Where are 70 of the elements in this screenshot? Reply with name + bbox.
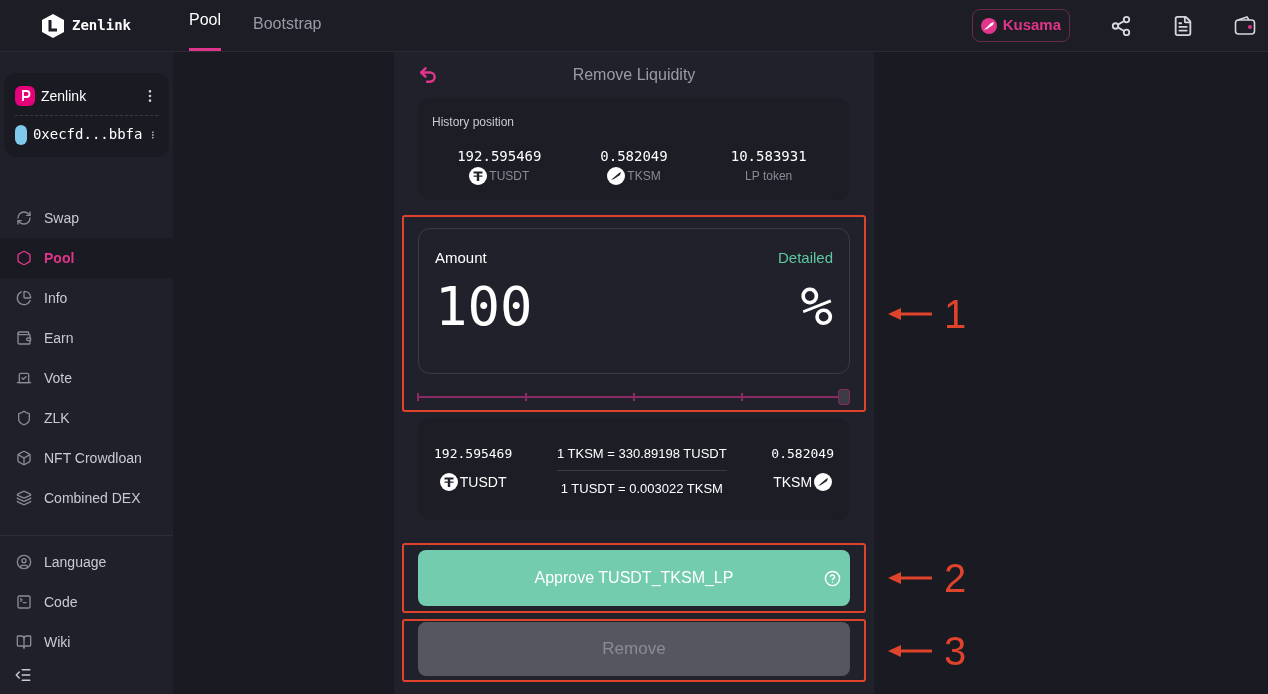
- wallet-icon: [16, 330, 32, 346]
- sidebar-item[interactable]: ZLK: [0, 398, 173, 438]
- sidebar-item[interactable]: Earn: [0, 318, 173, 358]
- terminal-icon: [16, 594, 32, 610]
- slider-tick: [417, 393, 419, 401]
- slider-tick: [633, 393, 635, 401]
- amount-label: Amount: [435, 248, 487, 268]
- bird-coin-icon: [814, 473, 833, 491]
- sidebar-item[interactable]: Code: [0, 582, 173, 622]
- nav-tab[interactable]: Pool: [189, 0, 222, 51]
- sidebar-item[interactable]: Vote: [0, 358, 173, 398]
- shield-icon: [16, 410, 32, 426]
- account-label[interactable]: Zenlink: [41, 85, 87, 107]
- bird-icon: [980, 17, 997, 34]
- slider-track[interactable]: [418, 389, 850, 405]
- network-button[interactable]: Kusama: [971, 9, 1070, 42]
- sidebar-item[interactable]: Language: [0, 542, 173, 582]
- history-title: History position: [432, 114, 516, 131]
- arrow-icon: [888, 643, 932, 658]
- sidebar-item[interactable]: NFT Crowdloan: [0, 438, 173, 478]
- callout-number: 1: [944, 293, 967, 334]
- receive-amount: 192.595469: [434, 445, 513, 463]
- position-amount: 192.595469: [457, 147, 542, 166]
- account-label[interactable]: 0xecfd...bbfa: [32, 124, 143, 145]
- chain-logo-icon: [15, 86, 35, 106]
- slider-thumb[interactable]: [838, 389, 850, 405]
- detailed-link[interactable]: Detailed: [777, 247, 833, 270]
- collapse-icon[interactable]: [14, 666, 32, 684]
- tether-coin-icon: [439, 473, 458, 491]
- pie-chart-icon: [16, 290, 32, 306]
- token-name: TUSDT: [489, 168, 530, 185]
- token-name: TUSDT: [459, 472, 507, 492]
- token-name: TKSM: [773, 472, 813, 492]
- bird-coin-icon: [607, 167, 626, 185]
- sidebar-item[interactable]: Combined DEX: [0, 478, 173, 518]
- slider-tick: [741, 393, 743, 401]
- token-name: LP token: [745, 168, 793, 185]
- token-name: TKSM: [627, 168, 661, 185]
- card-title: Remove Liquidity: [572, 65, 696, 85]
- wallet-icon[interactable]: [1234, 15, 1256, 36]
- layers-icon: [16, 490, 32, 506]
- share-icon[interactable]: [1110, 14, 1132, 37]
- arrow-icon: [888, 306, 932, 321]
- sidebar-item[interactable]: Pool: [0, 238, 173, 278]
- callout-number: 3: [944, 630, 967, 671]
- cube-icon: [16, 450, 32, 466]
- sidebar-item[interactable]: Info: [0, 278, 173, 318]
- arrow-icon: [888, 571, 932, 585]
- position-amount: 0.582049: [600, 147, 668, 166]
- book-icon: [16, 634, 32, 650]
- brand-name: Zenlink: [72, 16, 131, 35]
- amount-value: 100: [435, 279, 533, 334]
- nav-tab[interactable]: Bootstrap: [253, 0, 322, 51]
- refresh-icon: [16, 210, 32, 226]
- callout-number: 2: [944, 558, 967, 598]
- position-amount: 10.583931: [730, 147, 807, 166]
- percent-sign: %: [800, 279, 833, 334]
- exchange-rate: 1 TUSDT = 0.003022 TKSM: [560, 479, 723, 498]
- exchange-rate: 1 TKSM = 330.89198 TUSDT: [556, 444, 727, 471]
- sidebar-item[interactable]: Swap: [0, 198, 173, 238]
- ballot-icon: [16, 370, 32, 386]
- avatar-icon: [15, 124, 27, 145]
- slider-tick: [525, 393, 527, 401]
- back-icon[interactable]: [418, 65, 438, 85]
- sidebar-item[interactable]: Wiki: [0, 622, 173, 662]
- hexagon-icon: [16, 250, 32, 266]
- logo-icon: [42, 13, 64, 38]
- document-icon[interactable]: [1172, 14, 1194, 37]
- receive-amount: 0.582049: [771, 445, 834, 463]
- tether-coin-icon: [469, 167, 488, 185]
